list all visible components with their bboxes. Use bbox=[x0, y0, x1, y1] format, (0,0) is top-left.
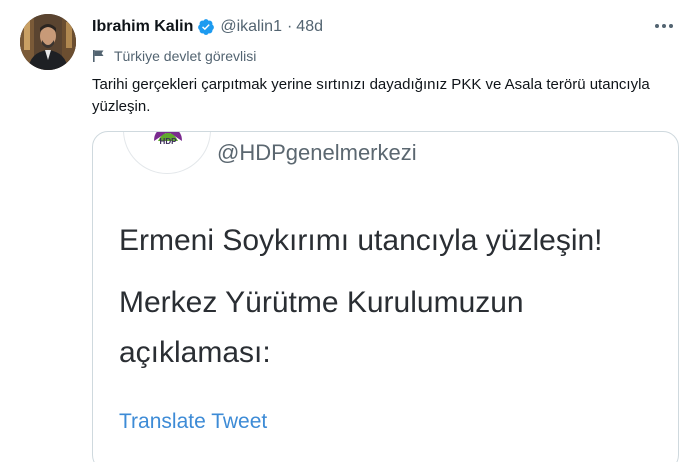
state-affiliation-label[interactable]: Türkiye devlet görevlisi bbox=[92, 46, 256, 66]
quoted-handle: @HDPgenelmerkezi bbox=[217, 140, 417, 165]
quoted-headline: Ermeni Soykırımı utancıyla yüzleşin! bbox=[119, 224, 603, 257]
avatar-image bbox=[20, 14, 76, 70]
quoted-image-card[interactable]: HDP @HDPgenelmerkezi Ermeni Soykırımı ut… bbox=[92, 131, 679, 462]
author-name[interactable]: Ibrahim Kalin bbox=[92, 18, 193, 36]
translate-tweet-link: Translate Tweet bbox=[119, 410, 268, 433]
tweet-time[interactable]: 48d bbox=[296, 18, 323, 36]
quoted-screenshot: HDP @HDPgenelmerkezi Ermeni Soykırımı ut… bbox=[93, 132, 678, 462]
more-horizontal-icon[interactable] bbox=[648, 14, 680, 38]
tweet-text: Tarihi gerçekleri çarpıtmak yerine sırtı… bbox=[92, 76, 650, 115]
quoted-line-2: Merkez Yürütme Kurulumuzun bbox=[119, 286, 524, 319]
quoted-line-3: açıklaması: bbox=[119, 336, 271, 369]
separator-dot: · bbox=[286, 18, 293, 35]
hdp-logo-text: HDP bbox=[159, 137, 177, 146]
tweet-header: Ibrahim Kalin @ikalin1 · 48d bbox=[92, 16, 323, 38]
hdp-logo: HDP bbox=[123, 132, 211, 174]
author-handle[interactable]: @ikalin1 bbox=[220, 18, 282, 36]
tweet[interactable]: Ibrahim Kalin @ikalin1 · 48d Türkiye dev… bbox=[0, 0, 700, 462]
flag-icon bbox=[92, 49, 105, 63]
label-text: Türkiye devlet görevlisi bbox=[114, 48, 257, 64]
avatar[interactable] bbox=[20, 14, 76, 70]
verified-badge-icon bbox=[197, 18, 215, 36]
